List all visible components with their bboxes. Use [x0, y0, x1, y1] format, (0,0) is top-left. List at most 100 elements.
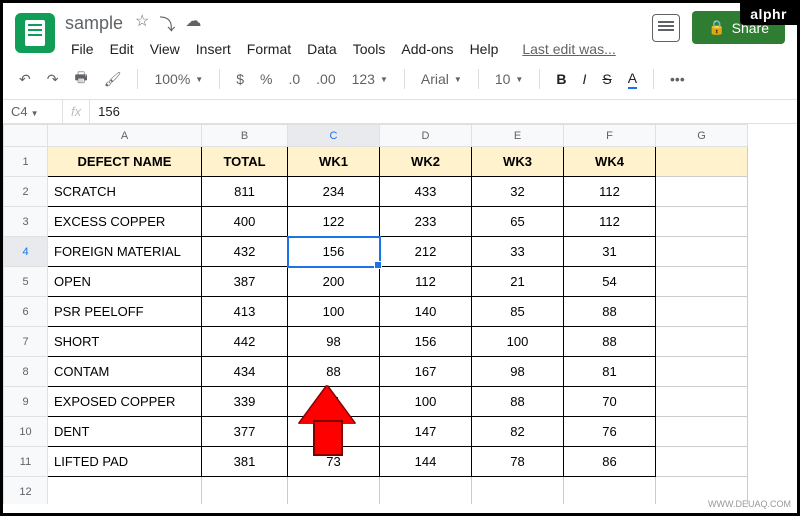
cell[interactable]: 100	[288, 297, 380, 327]
cell[interactable]: 112	[564, 177, 656, 207]
cell[interactable]: 81	[564, 357, 656, 387]
cell[interactable]: 122	[288, 207, 380, 237]
cell[interactable]: LIFTED PAD	[48, 447, 202, 477]
cell[interactable]: OPEN	[48, 267, 202, 297]
cell[interactable]	[656, 327, 748, 357]
cell[interactable]	[656, 207, 748, 237]
row-header[interactable]: 5	[4, 267, 48, 297]
cell[interactable]: 434	[202, 357, 288, 387]
table-header-cell[interactable]: WK4	[564, 147, 656, 177]
cell[interactable]	[380, 477, 472, 505]
select-all-corner[interactable]	[4, 125, 48, 147]
cell[interactable]: 88	[288, 357, 380, 387]
spreadsheet-grid[interactable]: A B C D E F G 1 DEFECT NAME TOTAL WK1 WK…	[3, 124, 797, 504]
table-header-cell[interactable]: WK3	[472, 147, 564, 177]
zoom-dropdown[interactable]: 100%	[150, 69, 207, 89]
font-size-dropdown[interactable]: 10	[491, 69, 528, 89]
menu-tools[interactable]: Tools	[347, 39, 392, 59]
comments-icon[interactable]	[652, 14, 680, 42]
row-header[interactable]: 7	[4, 327, 48, 357]
cell[interactable]: 32	[472, 177, 564, 207]
cell[interactable]: 76	[564, 417, 656, 447]
undo-icon[interactable]: ↶	[15, 69, 35, 90]
cell[interactable]: SCRATCH	[48, 177, 202, 207]
row-header[interactable]: 8	[4, 357, 48, 387]
formula-input[interactable]: 156	[90, 100, 128, 123]
cell[interactable]: FOREIGN MATERIAL	[48, 237, 202, 267]
cell[interactable]: 233	[380, 207, 472, 237]
bold-button[interactable]: B	[552, 69, 570, 89]
star-icon[interactable]: ☆	[135, 11, 149, 35]
menu-file[interactable]: File	[65, 39, 100, 59]
cell[interactable]	[472, 477, 564, 505]
cell[interactable]	[656, 447, 748, 477]
cell[interactable]	[202, 477, 288, 505]
cell[interactable]	[656, 237, 748, 267]
cell[interactable]	[564, 477, 656, 505]
cell[interactable]	[656, 177, 748, 207]
cell[interactable]: 381	[202, 447, 288, 477]
cell[interactable]	[656, 357, 748, 387]
menu-data[interactable]: Data	[301, 39, 343, 59]
cell[interactable]: 167	[380, 357, 472, 387]
cell[interactable]: PSR PEELOFF	[48, 297, 202, 327]
row-header[interactable]: 11	[4, 447, 48, 477]
selected-cell[interactable]: 156	[288, 237, 380, 267]
cell[interactable]: SHORT	[48, 327, 202, 357]
print-icon[interactable]: 🖶	[70, 65, 91, 93]
cell[interactable]: 88	[472, 387, 564, 417]
cell[interactable]: 88	[564, 297, 656, 327]
cell[interactable]	[48, 477, 202, 505]
sheets-logo-icon[interactable]	[15, 13, 55, 53]
italic-button[interactable]: I	[578, 69, 590, 89]
text-color-button[interactable]: A	[624, 68, 641, 91]
font-dropdown[interactable]: Arial	[417, 69, 466, 89]
cell[interactable]: 387	[202, 267, 288, 297]
cell[interactable]: 78	[472, 447, 564, 477]
cell[interactable]: 147	[380, 417, 472, 447]
cell[interactable]: 98	[472, 357, 564, 387]
menu-view[interactable]: View	[144, 39, 186, 59]
row-header[interactable]: 10	[4, 417, 48, 447]
row-header[interactable]: 1	[4, 147, 48, 177]
cell[interactable]: DENT	[48, 417, 202, 447]
cell[interactable]: 811	[202, 177, 288, 207]
cell[interactable]: 442	[202, 327, 288, 357]
table-header-cell[interactable]: DEFECT NAME	[48, 147, 202, 177]
cell[interactable]	[656, 387, 748, 417]
cell[interactable]: 33	[472, 237, 564, 267]
column-header[interactable]: C	[288, 125, 380, 147]
cell[interactable]: 54	[564, 267, 656, 297]
paint-format-icon[interactable]: 🖌	[100, 69, 126, 90]
format-percent[interactable]: %	[256, 69, 276, 89]
strikethrough-button[interactable]: S	[598, 69, 615, 89]
cell[interactable]: 432	[202, 237, 288, 267]
cell[interactable]: 377	[202, 417, 288, 447]
column-header[interactable]: G	[656, 125, 748, 147]
column-header[interactable]: A	[48, 125, 202, 147]
cell[interactable]: 200	[288, 267, 380, 297]
menu-help[interactable]: Help	[464, 39, 505, 59]
row-header[interactable]: 6	[4, 297, 48, 327]
table-header-cell[interactable]: WK1	[288, 147, 380, 177]
menu-format[interactable]: Format	[241, 39, 297, 59]
last-edit-link[interactable]: Last edit was...	[516, 39, 621, 59]
cell[interactable]	[656, 417, 748, 447]
increase-decimal[interactable]: .00	[312, 69, 339, 89]
column-header[interactable]: D	[380, 125, 472, 147]
cell[interactable]: 140	[380, 297, 472, 327]
move-folder-icon[interactable]: ⤵	[159, 11, 175, 35]
cell[interactable]: EXPOSED COPPER	[48, 387, 202, 417]
redo-icon[interactable]: ↷	[43, 69, 63, 90]
row-header[interactable]: 9	[4, 387, 48, 417]
cell[interactable]: 85	[472, 297, 564, 327]
row-header[interactable]: 3	[4, 207, 48, 237]
cell[interactable]	[656, 297, 748, 327]
name-box[interactable]: C4	[3, 100, 63, 123]
table-header-cell[interactable]: TOTAL	[202, 147, 288, 177]
cell[interactable]: 234	[288, 177, 380, 207]
menu-addons[interactable]: Add-ons	[395, 39, 459, 59]
cell[interactable]: 65	[472, 207, 564, 237]
cell[interactable]	[656, 267, 748, 297]
menu-insert[interactable]: Insert	[190, 39, 237, 59]
